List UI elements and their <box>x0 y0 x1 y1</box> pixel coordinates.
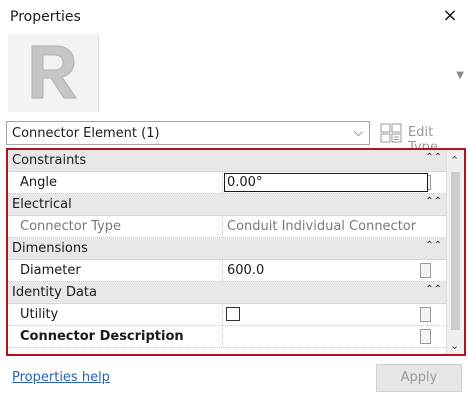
associate-parameter-button[interactable] <box>420 329 431 344</box>
group-header-dimensions[interactable]: Dimensions ⌃⌃ <box>8 238 446 260</box>
chevron-down-icon: ⌵ <box>353 125 363 139</box>
title-bar: Properties × <box>0 0 468 34</box>
properties-panel: Properties × ▼ Connector Element (1) ⌵ E… <box>0 0 468 394</box>
group-label: Constraints <box>12 153 87 168</box>
group-label: Dimensions <box>12 241 88 256</box>
property-row-connector-description[interactable]: Connector Description <box>8 326 446 348</box>
scrollbar-thumb[interactable] <box>451 172 460 330</box>
connector-description-input[interactable] <box>222 326 433 347</box>
edit-type-icon <box>380 123 402 143</box>
edit-type-button[interactable]: Edit Type <box>378 121 466 155</box>
property-value-cell: Conduit Individual Connector <box>222 216 433 237</box>
property-value: 0.00° <box>227 175 263 190</box>
type-preview: ▼ <box>6 34 466 114</box>
property-label: Angle <box>20 175 57 190</box>
diameter-input[interactable]: 600.0 <box>222 260 433 281</box>
group-header-electrical[interactable]: Electrical ⌃⌃ <box>8 194 446 216</box>
type-selector-dropdown[interactable]: Connector Element (1) ⌵ <box>6 121 370 145</box>
group-label: Electrical <box>12 197 72 212</box>
revit-logo-icon <box>31 45 77 99</box>
panel-title: Properties <box>10 9 81 25</box>
properties-help-link[interactable]: Properties help <box>12 370 110 385</box>
property-value-cell <box>222 304 433 325</box>
group-header-identity-data[interactable]: Identity Data ⌃⌃ <box>8 282 446 304</box>
property-row-angle[interactable]: Angle 0.00° <box>8 172 446 194</box>
type-selector-row: Connector Element (1) ⌵ Edit Type <box>6 121 466 155</box>
collapse-icon[interactable]: ⌃⌃ <box>425 284 442 295</box>
collapse-icon[interactable]: ⌃⌃ <box>425 240 442 251</box>
collapse-icon[interactable]: ⌃⌃ <box>425 152 442 163</box>
properties-grid: Constraints ⌃⌃ Angle 0.00° Electrical ⌃⌃… <box>6 148 466 356</box>
associate-parameter-button[interactable] <box>420 307 431 322</box>
chevron-up-icon[interactable]: ⌃ <box>450 154 459 167</box>
grid-scrollbar[interactable]: ⌃ ⌄ <box>446 150 464 354</box>
utility-checkbox[interactable] <box>226 307 240 321</box>
property-row-diameter[interactable]: Diameter 600.0 <box>8 260 446 282</box>
group-header-constraints[interactable]: Constraints ⌃⌃ <box>8 150 446 172</box>
angle-input[interactable]: 0.00° <box>224 173 428 192</box>
chevron-down-icon[interactable]: ⌄ <box>450 339 459 352</box>
collapse-icon[interactable]: ⌃⌃ <box>425 196 442 207</box>
property-value: Conduit Individual Connector <box>227 219 417 234</box>
property-label: Connector Description <box>20 329 184 344</box>
property-row-connector-type: Connector Type Conduit Individual Connec… <box>8 216 446 238</box>
properties-rows: Constraints ⌃⌃ Angle 0.00° Electrical ⌃⌃… <box>8 150 446 348</box>
property-label: Utility <box>20 307 59 322</box>
apply-button[interactable]: Apply <box>376 364 462 392</box>
property-label: Diameter <box>20 263 81 278</box>
property-value: 600.0 <box>227 263 265 278</box>
group-label: Identity Data <box>12 285 97 300</box>
close-icon[interactable]: × <box>440 5 460 27</box>
type-thumbnail <box>8 34 99 112</box>
property-label: Connector Type <box>20 219 122 234</box>
chevron-down-icon[interactable]: ▼ <box>456 70 464 81</box>
type-selector-value: Connector Element (1) <box>12 126 160 141</box>
associate-parameter-button[interactable] <box>420 263 431 278</box>
property-row-utility[interactable]: Utility <box>8 304 446 326</box>
